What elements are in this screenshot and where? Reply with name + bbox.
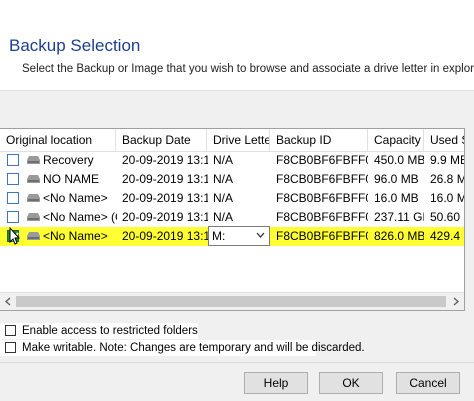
- make-writable-label: Make writable. Note: Changes are tempora…: [22, 342, 365, 354]
- restricted-folders-option[interactable]: Enable access to restricted folders: [5, 324, 198, 339]
- cell-drive: N/A: [213, 172, 234, 186]
- horizontal-scrollbar[interactable]: [0, 292, 464, 310]
- cell-capacity: 96.0 MB: [374, 172, 419, 186]
- column-original-location[interactable]: Original location: [0, 129, 116, 151]
- cell-used: 16.0 MB: [430, 191, 464, 205]
- column-backup-id[interactable]: Backup ID: [270, 129, 368, 151]
- row-checkbox[interactable]: [7, 192, 19, 204]
- cell-used: 429.4 MB: [430, 229, 464, 243]
- ok-button[interactable]: OK: [319, 372, 383, 394]
- table-row[interactable]: Recovery 20-09-2019 13:16 N/A F8CB0BF6FB…: [0, 151, 465, 170]
- cell-id: F8CB0BF6FBFF0D26: [276, 172, 368, 186]
- cell-location: NO NAME: [43, 172, 100, 186]
- page-subtitle: Select the Backup or Image that you wish…: [22, 63, 474, 75]
- column-capacity[interactable]: Capacity: [368, 129, 424, 151]
- cell-date: 20-09-2019 13:16: [122, 210, 208, 224]
- column-header-row: Original location Backup Date Drive Lett…: [0, 129, 464, 152]
- help-button[interactable]: Help: [244, 372, 308, 394]
- mouse-cursor-icon: [9, 227, 20, 245]
- backup-list[interactable]: Original location Backup Date Drive Lett…: [0, 128, 465, 311]
- cell-used: 50.60 GB: [430, 210, 464, 224]
- row-checkbox[interactable]: [7, 154, 19, 166]
- row-checkbox[interactable]: [7, 173, 19, 185]
- make-writable-option[interactable]: Make writable. Note: Changes are tempora…: [5, 341, 365, 356]
- cell-date: 20-09-2019 13:16: [122, 172, 208, 186]
- chevron-down-icon: [256, 232, 265, 238]
- scroll-right-icon[interactable]: [452, 297, 460, 306]
- cell-drive: N/A: [213, 153, 234, 167]
- column-backup-date[interactable]: Backup Date: [116, 129, 207, 151]
- cell-id: F8CB0BF6FBFF0D26: [276, 229, 368, 243]
- make-writable-checkbox[interactable]: [5, 342, 16, 354]
- drive-letter-dropdown[interactable]: M:: [208, 226, 270, 246]
- cell-date: 20-09-2019 13:16: [122, 191, 208, 205]
- cell-date: 20-09-2019 13:16: [122, 153, 208, 167]
- cell-id: F8CB0BF6FBFF0D26: [276, 191, 368, 205]
- cell-location: <No Name> (C:): [43, 210, 117, 224]
- table-row-selected[interactable]: <No Name> 20-09-2019 13:16 M: F8CB0BF6FB…: [0, 226, 464, 246]
- cancel-button[interactable]: Cancel: [396, 372, 460, 394]
- cell-capacity: 237.11 GB: [374, 210, 424, 224]
- row-checkbox[interactable]: [7, 211, 19, 223]
- cell-location: Recovery: [43, 153, 94, 167]
- table-row[interactable]: NO NAME 20-09-2019 13:16 N/A F8CB0BF6FBF…: [0, 170, 464, 189]
- cell-capacity: 450.0 MB: [374, 153, 424, 167]
- drive-letter-value: M:: [212, 229, 226, 243]
- cell-capacity: 826.0 MB: [374, 229, 424, 243]
- cell-capacity: 16.0 MB: [374, 191, 419, 205]
- page-title: Backup Selection: [9, 36, 141, 55]
- cell-date: 20-09-2019 13:16: [122, 229, 208, 243]
- column-drive-letter[interactable]: Drive Letter: [207, 129, 270, 151]
- cell-drive: N/A: [213, 210, 234, 224]
- cell-drive: N/A: [213, 191, 234, 205]
- cell-location: <No Name>: [43, 191, 108, 205]
- scroll-left-icon[interactable]: [4, 297, 12, 306]
- cell-used: 9.9 MB: [430, 153, 465, 167]
- header-panel: Backup Selection Select the Backup or Im…: [0, 0, 474, 91]
- footer-divider: [0, 362, 474, 363]
- restricted-folders-checkbox[interactable]: [5, 325, 16, 337]
- table-row[interactable]: <No Name> (C:) 20-09-2019 13:16 N/A F8CB…: [0, 208, 464, 227]
- cell-used: 26.8 MB: [430, 172, 464, 186]
- cell-location: <No Name>: [43, 229, 108, 243]
- restricted-folders-label: Enable access to restricted folders: [22, 325, 198, 337]
- cell-id: F8CB0BF6FBFF0D26: [276, 153, 368, 167]
- scrollbar-thumb[interactable]: [16, 296, 446, 307]
- cell-id: F8CB0BF6FBFF0D26: [276, 210, 368, 224]
- table-row[interactable]: <No Name> 20-09-2019 13:16 N/A F8CB0BF6F…: [0, 189, 464, 208]
- column-used-space[interactable]: Used Spa: [424, 129, 464, 151]
